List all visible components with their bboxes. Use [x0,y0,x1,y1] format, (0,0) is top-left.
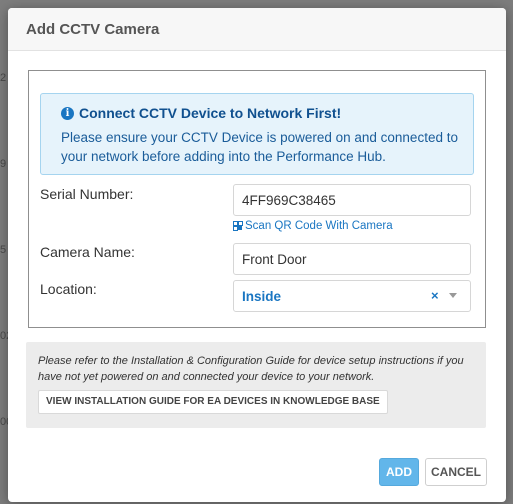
camera-name-input[interactable]: Front Door [233,243,471,275]
serial-number-value: 4FF969C38465 [242,193,336,208]
cancel-button[interactable]: CANCEL [425,458,487,486]
location-selected-value: Inside [242,289,282,304]
chevron-down-icon[interactable] [449,293,457,298]
view-installation-guide-button[interactable]: VIEW INSTALLATION GUIDE FOR EA DEVICES I… [38,390,388,414]
scan-qr-code-label: Scan QR Code With Camera [245,220,393,232]
add-cctv-camera-dialog: Add CCTV Camera i Connect CCTV Device to… [8,8,506,502]
alert-message: Please ensure your CCTV Device is powere… [61,130,458,164]
background-text: 5 [0,244,7,256]
serial-number-input[interactable]: 4FF969C38465 [233,184,471,216]
alert-title: Connect CCTV Device to Network First! [79,105,342,121]
info-icon: i [61,107,74,120]
clear-selection-icon[interactable]: × [431,288,439,303]
guide-instructions: Please refer to the Installation & Confi… [38,355,464,383]
network-alert: i Connect CCTV Device to Network First! … [40,93,474,175]
location-select[interactable]: Inside × [233,280,471,312]
installation-guide-panel: Please refer to the Installation & Confi… [26,342,486,428]
add-button[interactable]: ADD [379,458,419,486]
background-text: 2 [0,72,7,84]
dialog-title: Add CCTV Camera [26,21,160,38]
scan-qr-code-link[interactable]: Scan QR Code With Camera [233,220,393,232]
camera-name-value: Front Door [242,252,307,267]
location-label: Location: [40,281,97,297]
background-text: 9 [0,158,7,170]
dialog-header: Add CCTV Camera [8,8,506,51]
camera-form: i Connect CCTV Device to Network First! … [28,70,486,328]
camera-name-label: Camera Name: [40,244,135,260]
qr-code-icon [233,221,243,231]
serial-number-label: Serial Number: [40,186,134,202]
